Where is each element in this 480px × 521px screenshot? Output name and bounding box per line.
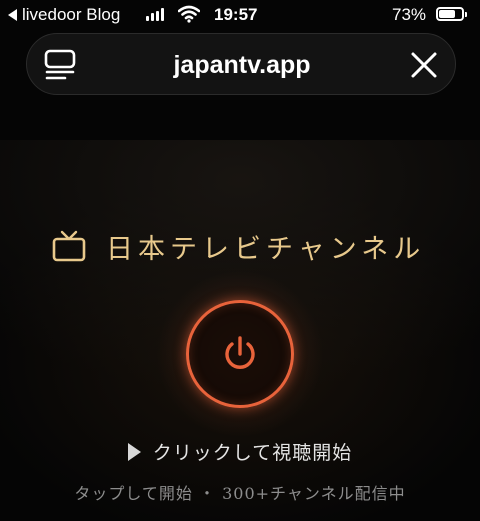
power-button[interactable] <box>186 300 294 408</box>
start-watching-label: クリックして視聴開始 <box>152 442 353 464</box>
subtitle-text: タップして開始 ・ 300+チャンネル配信中 <box>74 484 406 503</box>
status-time: 19:57 <box>214 5 258 24</box>
play-icon <box>127 442 141 461</box>
status-bar: livedoor Blog 19:57 73% <box>0 0 480 30</box>
brand-header: 日本テレビチャンネル <box>52 224 452 268</box>
start-watching-link[interactable]: クリックして視聴開始 <box>0 438 480 465</box>
browser-address-bar[interactable]: japantv.app <box>26 33 456 95</box>
power-button-wrapper <box>156 270 324 438</box>
back-to-app-link[interactable]: livedoor Blog <box>8 5 120 25</box>
wifi-icon <box>177 5 201 28</box>
url-text: japantv.app <box>173 51 311 79</box>
cellular-signal-icon <box>146 8 164 21</box>
tv-icon <box>52 230 86 262</box>
battery-icon <box>436 7 467 21</box>
close-icon <box>411 52 437 78</box>
close-button[interactable] <box>409 50 439 80</box>
tabs-button[interactable] <box>43 48 77 82</box>
power-icon <box>225 336 255 369</box>
battery-percent: 73% <box>392 5 427 24</box>
tabs-icon <box>44 49 76 80</box>
back-arrow-icon <box>8 9 17 21</box>
back-app-label: livedoor Blog <box>22 5 121 24</box>
brand-title: 日本テレビチャンネル <box>106 233 426 265</box>
battery-level-fill <box>439 10 455 18</box>
